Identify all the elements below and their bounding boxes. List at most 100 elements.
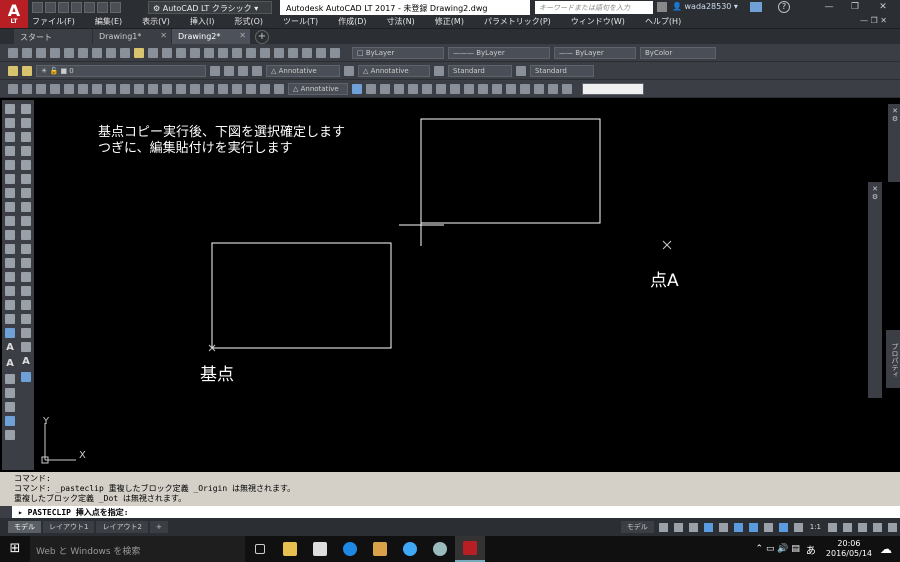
menu-parametric[interactable]: パラメトリック(P)	[480, 16, 551, 27]
menu-tools[interactable]: ツール(T)	[279, 16, 318, 27]
trim-tool-icon[interactable]	[5, 230, 15, 240]
jogged-linear-icon[interactable]	[232, 83, 242, 94]
layer-previous-icon[interactable]	[224, 65, 234, 76]
media-player-icon[interactable]	[365, 536, 395, 562]
a360-icon[interactable]	[750, 2, 762, 12]
add-leader-icon[interactable]	[366, 83, 376, 94]
chamfer-tool-icon[interactable]	[5, 286, 15, 296]
quick-dim-icon[interactable]	[120, 83, 130, 94]
table-tool-icon[interactable]	[5, 416, 15, 426]
erase-tool-icon[interactable]	[5, 104, 15, 114]
print-icon[interactable]	[84, 2, 95, 13]
dim-style-icon[interactable]	[344, 65, 354, 76]
rotate-tool-icon[interactable]	[5, 188, 15, 198]
search-input[interactable]: キーワードまたは語句を入力	[535, 1, 653, 14]
tolerance-icon[interactable]	[190, 83, 200, 94]
annotation-visibility-icon[interactable]	[778, 522, 788, 532]
zoom-previous-icon[interactable]	[232, 47, 242, 58]
undo-icon[interactable]	[162, 47, 172, 58]
tab-layout2[interactable]: レイアウト2	[96, 521, 148, 533]
dim-edit-icon[interactable]	[246, 83, 256, 94]
remove-leader-icon[interactable]	[380, 83, 390, 94]
qnew-icon[interactable]	[8, 47, 18, 58]
annotation-scale[interactable]: 1:1	[810, 523, 821, 531]
align-leader-icon[interactable]	[394, 83, 404, 94]
tool-palette-strip[interactable]: ✕ ⚙	[888, 104, 900, 182]
task-view-icon[interactable]	[245, 536, 275, 562]
dim-style-control[interactable]: △ Annotative	[288, 82, 348, 95]
mirror-tool-icon[interactable]	[5, 132, 15, 142]
palette-close-icon[interactable]: ✕	[892, 107, 898, 115]
layout-icon[interactable]	[562, 83, 572, 94]
zoom-window-icon[interactable]	[218, 47, 228, 58]
polar-icon[interactable]	[703, 522, 713, 532]
store-icon[interactable]	[305, 536, 335, 562]
polygon-tool-icon[interactable]	[21, 146, 31, 156]
save-icon[interactable]	[36, 47, 46, 58]
preview-icon[interactable]	[64, 47, 74, 58]
menu-modify[interactable]: 修正(M)	[431, 16, 464, 27]
dim-continue-icon[interactable]	[148, 83, 158, 94]
lineweight-icon[interactable]	[763, 522, 773, 532]
point-a-marker[interactable]	[662, 240, 672, 250]
redo-icon[interactable]	[176, 47, 186, 58]
edge-browser-icon[interactable]	[335, 536, 365, 562]
menu-edit[interactable]: 編集(E)	[91, 16, 122, 27]
paint-icon[interactable]	[425, 536, 455, 562]
clock[interactable]: 20:06 2016/05/14	[826, 539, 872, 559]
menu-dimension[interactable]: 寸法(N)	[383, 16, 415, 27]
units-icon[interactable]	[858, 522, 867, 532]
internet-explorer-icon[interactable]	[395, 536, 425, 562]
palette-settings-icon[interactable]: ⚙	[892, 115, 898, 123]
binoculars-icon[interactable]	[657, 2, 667, 12]
isolate-icon[interactable]	[450, 83, 460, 94]
spline-tool-icon[interactable]	[21, 216, 31, 226]
action-center-icon[interactable]: ☁	[880, 542, 892, 556]
object-snap-icon[interactable]	[748, 522, 758, 532]
save-as-icon[interactable]	[71, 2, 82, 13]
insert-block-tool-icon[interactable]	[21, 258, 31, 268]
close-tab-icon[interactable]: ✕	[239, 31, 246, 40]
line-tool-icon[interactable]	[21, 104, 31, 114]
point-tool-icon[interactable]	[21, 286, 31, 296]
tab-drawing1[interactable]: Drawing1* ✕	[93, 29, 171, 44]
stretch-tool-icon[interactable]	[5, 216, 15, 226]
tool-palettes-icon[interactable]	[274, 47, 284, 58]
select-similar-icon[interactable]	[492, 83, 502, 94]
gradient-tool-icon[interactable]	[21, 314, 31, 324]
field-tool-icon[interactable]	[5, 430, 15, 440]
dim-jogged-icon[interactable]	[78, 83, 88, 94]
layer-properties-icon[interactable]	[8, 65, 18, 76]
zoom-realtime-icon[interactable]	[204, 47, 214, 58]
grid-icon[interactable]	[658, 522, 668, 532]
application-menu-button[interactable]: A LT	[0, 0, 28, 28]
region-tool-icon[interactable]	[21, 328, 31, 338]
layer-on-icon[interactable]	[22, 65, 32, 76]
ime-indicator[interactable]: あ	[806, 542, 816, 557]
hatch-icon[interactable]	[422, 83, 432, 94]
table-draw-tool-icon[interactable]	[21, 342, 31, 352]
break-tool-icon[interactable]	[5, 258, 15, 268]
help-icon[interactable]	[330, 47, 340, 58]
save-icon[interactable]	[58, 2, 69, 13]
dim-aligned-icon[interactable]	[22, 83, 32, 94]
paste-icon[interactable]	[120, 47, 130, 58]
dim-ordinate-icon[interactable]	[50, 83, 60, 94]
user-account[interactable]: 👤 wada28530 ▾	[672, 2, 738, 11]
match-properties-icon[interactable]	[134, 47, 144, 58]
offset-tool-icon[interactable]	[5, 146, 15, 156]
add-scale-icon[interactable]	[843, 522, 852, 532]
scale-tool-icon[interactable]	[5, 202, 15, 212]
tab-start[interactable]: スタート	[14, 29, 92, 44]
doc-window-controls[interactable]: — ❐ ✕	[860, 16, 887, 25]
file-explorer-icon[interactable]	[275, 536, 305, 562]
restore-button[interactable]: ❐	[842, 0, 868, 15]
table-style-dropdown[interactable]: Standard	[448, 64, 512, 77]
make-current-layer-icon[interactable]	[210, 65, 220, 76]
rectangle-upper[interactable]	[420, 118, 601, 224]
mleader-style-icon[interactable]	[516, 65, 526, 76]
plot-style-control[interactable]: ByColor	[640, 46, 716, 59]
view-icon[interactable]	[548, 83, 558, 94]
rectangle-lower[interactable]	[211, 242, 392, 349]
add-selected-tool-icon[interactable]	[21, 372, 31, 382]
